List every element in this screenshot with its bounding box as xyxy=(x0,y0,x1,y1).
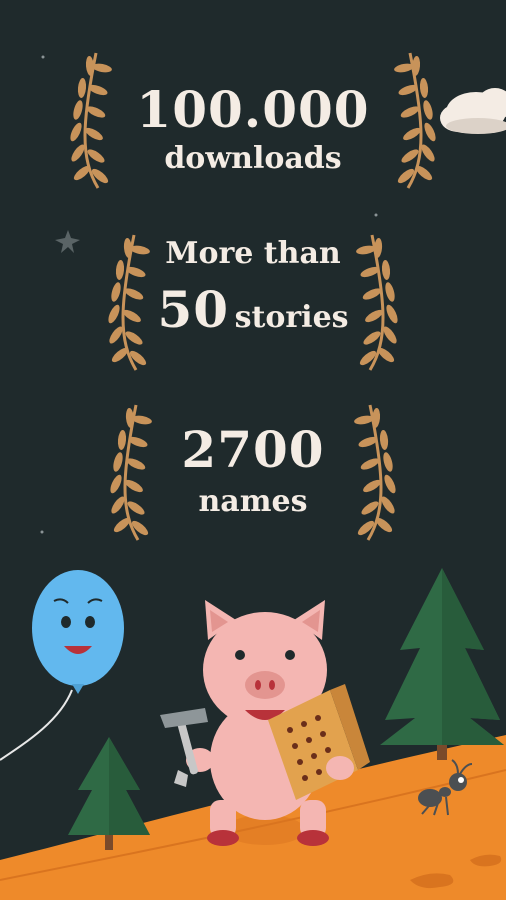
award-downloads-count: 100.000 xyxy=(136,80,370,139)
balloon-character xyxy=(0,570,124,761)
app-screenshot: 100.000 downloads More than 50 stories 2… xyxy=(0,0,506,900)
tree-icon xyxy=(68,737,150,850)
award-stories-label: stories xyxy=(234,300,349,335)
award-stories-count: 50 xyxy=(157,280,230,339)
award-names-count: 2700 xyxy=(181,420,325,479)
hammer-icon xyxy=(160,708,208,787)
award-names-label: names xyxy=(198,484,308,519)
award-stories-line: 50 stories xyxy=(0,280,506,339)
award-stories-prefix: More than xyxy=(165,236,341,271)
award-downloads-label: downloads xyxy=(164,141,342,176)
tree-icon xyxy=(380,568,504,760)
